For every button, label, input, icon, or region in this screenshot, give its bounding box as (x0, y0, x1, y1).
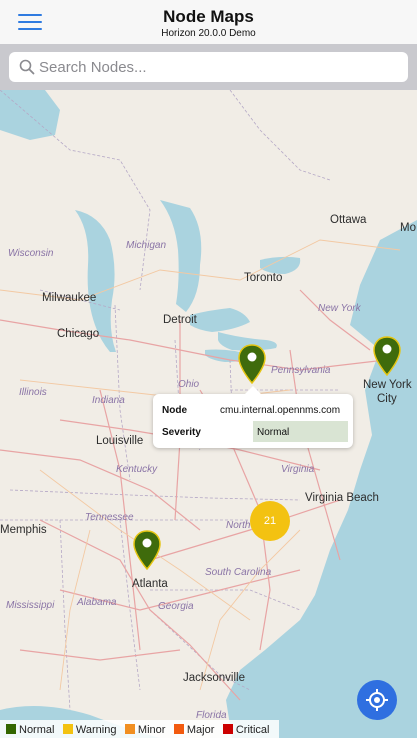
region-label: Mississippi (6, 600, 55, 611)
region-label: Tennessee (85, 512, 134, 523)
city-label: Virginia Beach (305, 492, 379, 504)
city-label: Milwaukee (42, 292, 97, 304)
popup-arrow (245, 386, 261, 394)
popup-severity-label: Severity (162, 427, 201, 438)
legend-swatch (173, 724, 184, 734)
node-marker[interactable] (237, 344, 267, 384)
city-label: New York (363, 379, 412, 391)
legend-item-normal: Normal (6, 721, 54, 738)
popup-node-row: Node cmu.internal.opennms.com (162, 399, 347, 421)
node-marker[interactable] (132, 530, 162, 570)
region-label: North (226, 520, 251, 531)
search-input[interactable] (39, 52, 399, 82)
city-label: Atlanta (132, 578, 168, 590)
popup-severity-row: Severity Normal (162, 421, 348, 443)
city-label: City (377, 393, 397, 405)
legend-swatch (124, 724, 135, 734)
search-icon (19, 59, 35, 75)
region-label: Indiana (92, 395, 125, 406)
region-label: Ohio (178, 379, 200, 390)
legend-item-major: Major (173, 721, 214, 738)
region-label: Kentucky (116, 464, 158, 475)
city-label: Jacksonville (183, 672, 245, 684)
node-marker[interactable] (372, 336, 402, 376)
page-title: Node Maps (163, 7, 254, 26)
popup-node-value: cmu.internal.opennms.com (220, 405, 341, 416)
region-label: Illinois (19, 387, 47, 398)
legend-item-critical: Critical (222, 721, 269, 738)
severity-value: Normal (257, 427, 290, 438)
city-label: Toronto (244, 272, 283, 284)
region-label: New York (318, 303, 361, 314)
city-label: Ottawa (330, 214, 367, 226)
severity-badge: Normal (253, 421, 348, 442)
severity-legend: Normal Warning Minor Major Critical (0, 720, 280, 738)
legend-swatch (6, 724, 16, 734)
node-cluster[interactable]: 21 (250, 501, 290, 541)
city-label: Detroit (163, 314, 197, 326)
page-subtitle: Horizon 20.0.0 Demo (161, 28, 256, 39)
title-block: Node Maps Horizon 20.0.0 Demo (0, 7, 417, 40)
search-field[interactable] (9, 52, 408, 82)
region-label: Alabama (77, 597, 117, 608)
region-label: Pennsylvania (271, 365, 331, 376)
city-label: Mo (400, 222, 416, 234)
locate-me-button[interactable] (357, 680, 397, 720)
legend-item-warning: Warning (62, 721, 116, 738)
region-label: Wisconsin (8, 248, 54, 259)
nav-header: Node Maps Horizon 20.0.0 Demo (0, 0, 417, 44)
region-label: Michigan (126, 240, 167, 251)
city-label: Louisville (96, 435, 144, 447)
region-label: Georgia (158, 601, 194, 612)
search-bar (0, 44, 417, 90)
city-label: Memphis (0, 524, 47, 536)
city-label: Chicago (57, 328, 100, 340)
locate-me-icon (366, 689, 388, 711)
node-popup: Node cmu.internal.opennms.com Severity N… (153, 386, 353, 448)
popup-node-label: Node (162, 405, 187, 416)
region-label: Virginia (281, 464, 315, 475)
region-label: South Carolina (205, 567, 272, 578)
legend-item-minor: Minor (124, 721, 165, 738)
legend-swatch (62, 724, 73, 734)
legend-swatch (222, 724, 233, 734)
